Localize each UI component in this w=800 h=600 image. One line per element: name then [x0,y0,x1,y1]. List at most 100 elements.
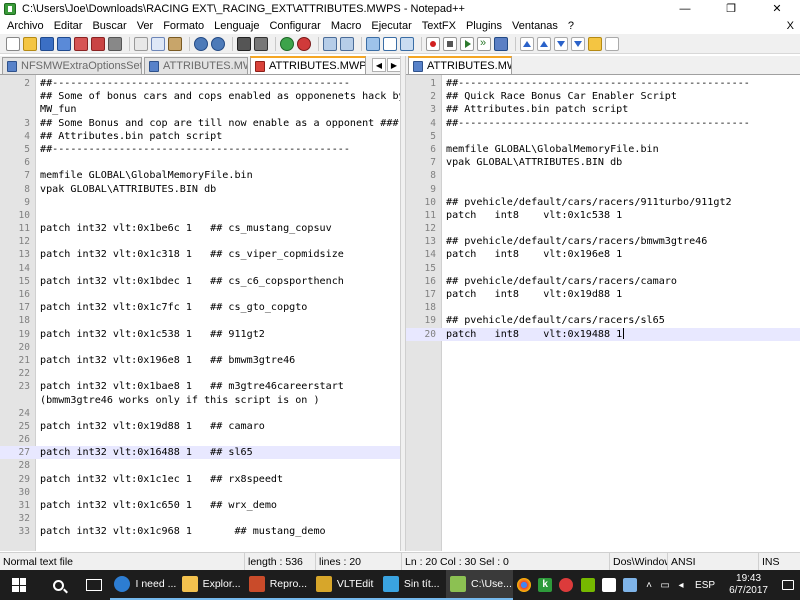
code-line[interactable]: 18 [0,314,400,327]
close-window-button[interactable]: ✕ [754,0,800,17]
taskbar-chrome[interactable] [513,570,534,600]
tab-attributes-1[interactable]: ATTRIBUTES.MWPS [144,57,248,74]
code-line[interactable]: 14 patch int8 vlt:0x196e8 1 [406,248,800,261]
code-line[interactable]: 13 ## pvehicle/default/cars/racers/bmwm3g… [406,235,800,248]
menu-help[interactable]: ? [563,20,579,32]
menu-ejecutar[interactable]: Ejecutar [366,20,416,32]
volume-icon[interactable]: ◂ [673,570,689,600]
menu-ver[interactable]: Ver [132,20,159,32]
word-wrap-icon[interactable] [366,36,380,51]
code-line[interactable]: 10 ## pvehicle/default/cars/racers/911tur… [406,196,800,209]
taskbar-item-explorer[interactable]: Explor... [177,570,245,600]
code-line[interactable]: 29 patch int32 vlt:0x1c1ec 1 ## rx8speedt [0,473,400,486]
network-icon[interactable]: ▭ [657,570,673,600]
tab-attributes-2[interactable]: ATTRIBUTES.MWPS [250,56,366,74]
undo-icon[interactable] [194,36,208,51]
right-text-area[interactable]: 1 ##-------------------------------------… [406,77,800,341]
code-line[interactable]: 2 ##-------------------------------------… [0,77,400,90]
menu-plugins[interactable]: Plugins [461,20,507,32]
tab-scroll-right-icon[interactable]: ▶ [387,58,401,72]
open-file-icon[interactable] [23,36,37,51]
save-icon[interactable] [40,36,54,51]
code-line[interactable]: ## Some of bonus cars and cops enabled a… [0,90,400,103]
code-line[interactable]: 27 patch int32 vlt:0x16488 1 ## sl65 [0,446,400,460]
code-line[interactable]: 11 patch int8 vlt:0x1c538 1 [406,209,800,222]
maximize-button[interactable]: ❐ [708,0,754,17]
code-line[interactable]: 7 memfile GLOBAL\GlobalMemoryFile.bin [0,169,400,182]
menu-configurar[interactable]: Configurar [264,20,325,32]
print-icon[interactable] [108,36,122,51]
taskbar-photos[interactable] [620,570,641,600]
code-line[interactable]: 15 patch int32 vlt:0x1bdec 1 ## cs_c6_cop… [0,275,400,288]
menu-ventanas[interactable]: Ventanas [507,20,563,32]
input-language[interactable]: ESP [689,580,721,591]
menu-formato[interactable]: Formato [158,20,209,32]
code-line[interactable]: 9 [0,196,400,209]
code-line[interactable]: 8 vpak GLOBAL\ATTRIBUTES.BIN db [0,183,400,196]
close-document-button[interactable]: X [787,20,794,32]
show-all-chars-icon[interactable] [383,36,397,51]
code-line[interactable]: 12 [0,235,400,248]
right-editor[interactable]: 1 ##-------------------------------------… [406,75,800,551]
code-line[interactable]: 23 patch int32 vlt:0x1bae8 1 ## m3gtre46c… [0,380,400,393]
sync-vertical-scroll-icon[interactable] [323,36,337,51]
code-line[interactable]: 26 [0,433,400,446]
taskbar-nvidia[interactable] [577,570,598,600]
replace-icon[interactable] [254,36,268,51]
code-line[interactable]: 11 patch int32 vlt:0x1be6c 1 ## cs_mustan… [0,222,400,235]
menu-macro[interactable]: Macro [326,20,367,32]
code-line[interactable]: 4 ## Attributes.bin patch script [0,130,400,143]
code-line[interactable]: 13 patch int32 vlt:0x1c318 1 ## cs_viper_… [0,248,400,261]
close-all-icon[interactable] [91,36,105,51]
code-line[interactable]: 19 ## pvehicle/default/cars/racers/sl65 [406,314,800,327]
taskbar-item-sin-titulo[interactable]: Sin tít... [378,570,447,600]
play-macro-icon[interactable] [460,36,474,51]
menu-lenguaje[interactable]: Lenguaje [209,20,264,32]
move-down-alt-icon[interactable] [571,36,585,51]
zoom-out-icon[interactable] [297,36,311,51]
taskbar-disc-app[interactable] [556,570,577,600]
tab-attributes-right[interactable]: ATTRIBUTES.MWPS [408,56,512,74]
taskbar-mail[interactable] [598,570,619,600]
code-line[interactable]: 6 [0,156,400,169]
code-line[interactable]: 17 patch int8 vlt:0x19d88 1 [406,288,800,301]
code-line[interactable]: 16 [0,288,400,301]
tray-chevron-up-icon[interactable]: ˄ [641,570,657,600]
code-line[interactable]: 3 ## Some Bonus and cop are till now enab… [0,117,400,130]
code-line[interactable]: 14 [0,262,400,275]
left-text-area[interactable]: 2 ##-------------------------------------… [0,77,400,539]
notepadpp-app-icon[interactable] [4,2,16,15]
save-all-icon[interactable] [57,36,71,51]
move-down-icon[interactable] [554,36,568,51]
sync-horizontal-scroll-icon[interactable] [340,36,354,51]
code-line[interactable]: 7 vpak GLOBAL\ATTRIBUTES.BIN db [406,156,800,169]
stop-macro-icon[interactable] [443,36,457,51]
spell-check-icon[interactable] [605,36,619,51]
code-line[interactable]: 21 patch int32 vlt:0x196e8 1 ## bmwm3gtre… [0,354,400,367]
tab-scroll-left-icon[interactable]: ◀ [372,58,386,72]
code-line[interactable]: 20 patch int8 vlt:0x19488 1 [406,327,800,341]
code-line[interactable]: 28 [0,459,400,472]
task-view-button[interactable] [78,570,111,600]
code-line[interactable]: 1 ##-------------------------------------… [406,77,800,90]
copy-icon[interactable] [151,36,165,51]
close-icon[interactable] [74,36,88,51]
code-line[interactable]: 17 patch int32 vlt:0x1c7fc 1 ## cs_gto_co… [0,301,400,314]
redo-icon[interactable] [211,36,225,51]
taskbar-item-notepadpp[interactable]: C:\Use... [446,570,514,600]
menu-buscar[interactable]: Buscar [87,20,131,32]
move-up-icon[interactable] [520,36,534,51]
code-line[interactable]: 31 patch int32 vlt:0x1c650 1 ## wrx_demo [0,499,400,512]
code-line[interactable]: 12 [406,222,800,235]
minimize-button[interactable]: — [662,0,708,17]
paste-icon[interactable] [168,36,182,51]
record-macro-icon[interactable] [426,36,440,51]
run-macro-multiple-icon[interactable] [477,36,491,51]
code-line[interactable]: 18 [406,301,800,314]
new-file-icon[interactable] [6,36,20,51]
search-button[interactable] [39,570,78,600]
code-line[interactable]: 8 [406,169,800,182]
code-line[interactable]: 10 [0,209,400,222]
start-button[interactable] [0,570,39,600]
indent-guide-icon[interactable] [400,36,414,51]
